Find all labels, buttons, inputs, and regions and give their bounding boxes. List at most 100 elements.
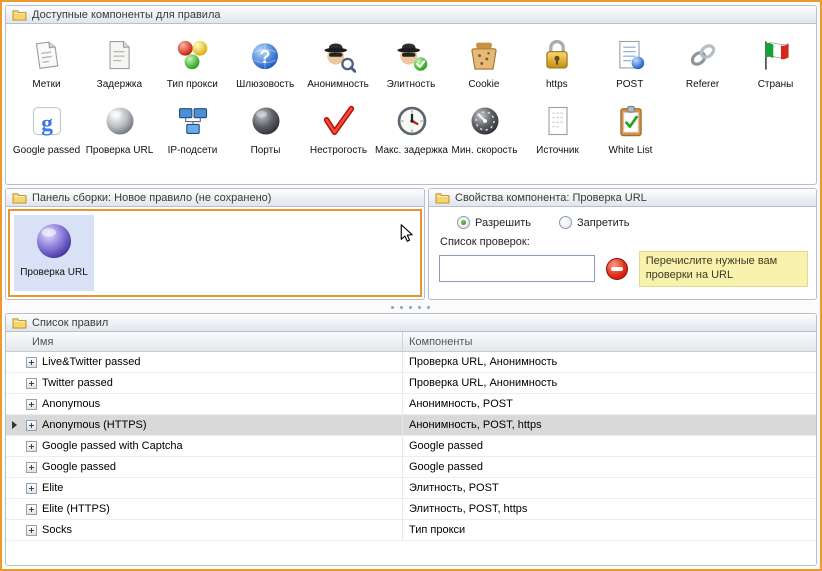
expand-plus-icon[interactable] xyxy=(26,525,37,536)
radio-allow[interactable]: Разрешить xyxy=(457,216,531,229)
radio-deny-circle[interactable] xyxy=(559,216,572,229)
component-item[interactable]: IP-подсети xyxy=(156,103,229,156)
component-item[interactable]: Макс. задержка xyxy=(375,103,448,156)
component-label: Нестрогость xyxy=(302,145,375,156)
radio-allow-label: Разрешить xyxy=(475,217,531,229)
middle-row: Панель сборки: Новое правило (не сохране… xyxy=(5,188,817,300)
component-item[interactable]: Страны xyxy=(739,37,812,90)
column-header-components[interactable]: Компоненты xyxy=(402,332,816,351)
radio-deny-label: Запретить xyxy=(577,217,630,229)
component-label: Referer xyxy=(666,79,739,90)
component-item[interactable]: White List xyxy=(594,103,667,156)
table-row[interactable]: Twitter passedПроверка URL, Анонимность xyxy=(6,373,816,394)
assembly-item[interactable]: Проверка URL xyxy=(14,215,94,291)
component-label: Метки xyxy=(10,79,83,90)
component-label: Cookie xyxy=(447,79,520,90)
table-row[interactable]: AnonymousАнонимность, POST xyxy=(6,394,816,415)
rule-components-cell: Тип прокси xyxy=(402,520,816,540)
note-icon xyxy=(28,37,64,73)
table-row[interactable]: EliteЭлитность, POST xyxy=(6,478,816,499)
component-item[interactable]: POST xyxy=(593,37,666,90)
component-item[interactable]: Referer xyxy=(666,37,739,90)
expand-plus-icon[interactable] xyxy=(26,462,37,473)
radio-row: Разрешить Запретить xyxy=(457,216,808,229)
properties-panel: Свойства компонента: Проверка URL Разреш… xyxy=(428,188,817,300)
component-label: POST xyxy=(593,79,666,90)
checks-input[interactable] xyxy=(439,255,595,282)
checks-list-label: Список проверок: xyxy=(440,236,808,248)
expand-plus-icon[interactable] xyxy=(26,357,37,368)
folder-icon xyxy=(12,8,27,21)
table-row[interactable]: Live&Twitter passedПроверка URL, Анонимн… xyxy=(6,352,816,373)
component-item[interactable]: Задержка xyxy=(83,37,156,90)
rule-name: Socks xyxy=(42,524,72,536)
assembly-body: Проверка URL xyxy=(6,207,424,299)
component-item[interactable]: Порты xyxy=(229,103,302,156)
expand-plus-icon[interactable] xyxy=(26,504,37,515)
row-gutter xyxy=(6,457,22,477)
radio-allow-circle[interactable] xyxy=(457,216,470,229)
folder-icon xyxy=(435,191,450,204)
column-header-name[interactable]: Имя xyxy=(22,332,402,351)
whitelist-icon xyxy=(613,103,649,139)
component-label: White List xyxy=(594,145,667,156)
component-label: Мин. скорость xyxy=(448,145,521,156)
component-item[interactable]: Google passed xyxy=(10,103,83,156)
sphere-gray-icon xyxy=(102,103,138,139)
component-item[interactable]: Метки xyxy=(10,37,83,90)
google-icon xyxy=(29,103,65,139)
row-gutter xyxy=(6,478,22,498)
rule-name-cell: Twitter passed xyxy=(22,373,402,393)
cookie-icon xyxy=(466,37,502,73)
component-item[interactable]: https xyxy=(520,37,593,90)
rule-name: Anonymous (HTTPS) xyxy=(42,419,147,431)
horizontal-splitter[interactable] xyxy=(5,303,817,310)
header-gutter xyxy=(6,332,22,351)
rules-panel-title: Список правил xyxy=(32,317,108,329)
spy-elite-icon xyxy=(393,37,429,73)
component-label: Проверка URL xyxy=(83,145,156,156)
component-item[interactable]: Тип прокси xyxy=(156,37,229,90)
component-item[interactable]: Шлюзовость xyxy=(229,37,302,90)
component-label: Страны xyxy=(739,79,812,90)
folder-icon xyxy=(12,191,27,204)
check-red-icon xyxy=(321,103,357,139)
assembly-drop-area[interactable]: Проверка URL xyxy=(8,209,422,297)
flag-icon xyxy=(758,37,794,73)
table-row[interactable]: Elite (HTTPS)Элитность, POST, https xyxy=(6,499,816,520)
components-panel-header: Доступные компоненты для правила xyxy=(6,6,816,24)
network-icon xyxy=(175,103,211,139)
expand-plus-icon[interactable] xyxy=(26,378,37,389)
rule-name-cell: Anonymous (HTTPS) xyxy=(22,415,402,435)
table-row[interactable]: Google passedGoogle passed xyxy=(6,457,816,478)
component-item[interactable]: Нестрогость xyxy=(302,103,375,156)
table-row[interactable]: Socks Тип прокси xyxy=(6,520,816,541)
properties-body: Разрешить Запретить Список проверок: Пер… xyxy=(429,207,816,299)
expand-plus-icon[interactable] xyxy=(26,399,37,410)
gauge-icon xyxy=(467,103,503,139)
component-item[interactable]: Проверка URL xyxy=(83,103,156,156)
rules-table-body: Live&Twitter passedПроверка URL, Анонимн… xyxy=(6,352,816,565)
rule-name-cell: Socks xyxy=(22,520,402,540)
component-item[interactable]: Элитность xyxy=(375,37,448,90)
component-item[interactable]: Cookie xyxy=(447,37,520,90)
clock-icon xyxy=(394,103,430,139)
folder-icon xyxy=(12,316,27,329)
components-row-1: МеткиЗадержкаТип проксиШлюзовостьАнонимн… xyxy=(6,37,816,90)
post-icon xyxy=(612,37,648,73)
component-item[interactable]: Мин. скорость xyxy=(448,103,521,156)
expand-plus-icon[interactable] xyxy=(26,441,37,452)
rule-name: Anonymous xyxy=(42,398,100,410)
table-row[interactable]: Anonymous (HTTPS)Анонимность, POST, http… xyxy=(6,415,816,436)
remove-check-button[interactable] xyxy=(606,258,628,280)
rule-name-cell: Google passed with Captcha xyxy=(22,436,402,456)
radio-deny[interactable]: Запретить xyxy=(559,216,630,229)
expand-plus-icon[interactable] xyxy=(26,483,37,494)
table-row[interactable]: Google passed with CaptchaGoogle passed xyxy=(6,436,816,457)
component-label: Макс. задержка xyxy=(375,145,448,156)
hint-text: Перечислите нужные вам проверки на URL xyxy=(639,251,808,287)
expand-plus-icon[interactable] xyxy=(26,420,37,431)
properties-panel-header: Свойства компонента: Проверка URL xyxy=(429,189,816,207)
component-item[interactable]: Анонимность xyxy=(302,37,375,90)
component-item[interactable]: Источник xyxy=(521,103,594,156)
